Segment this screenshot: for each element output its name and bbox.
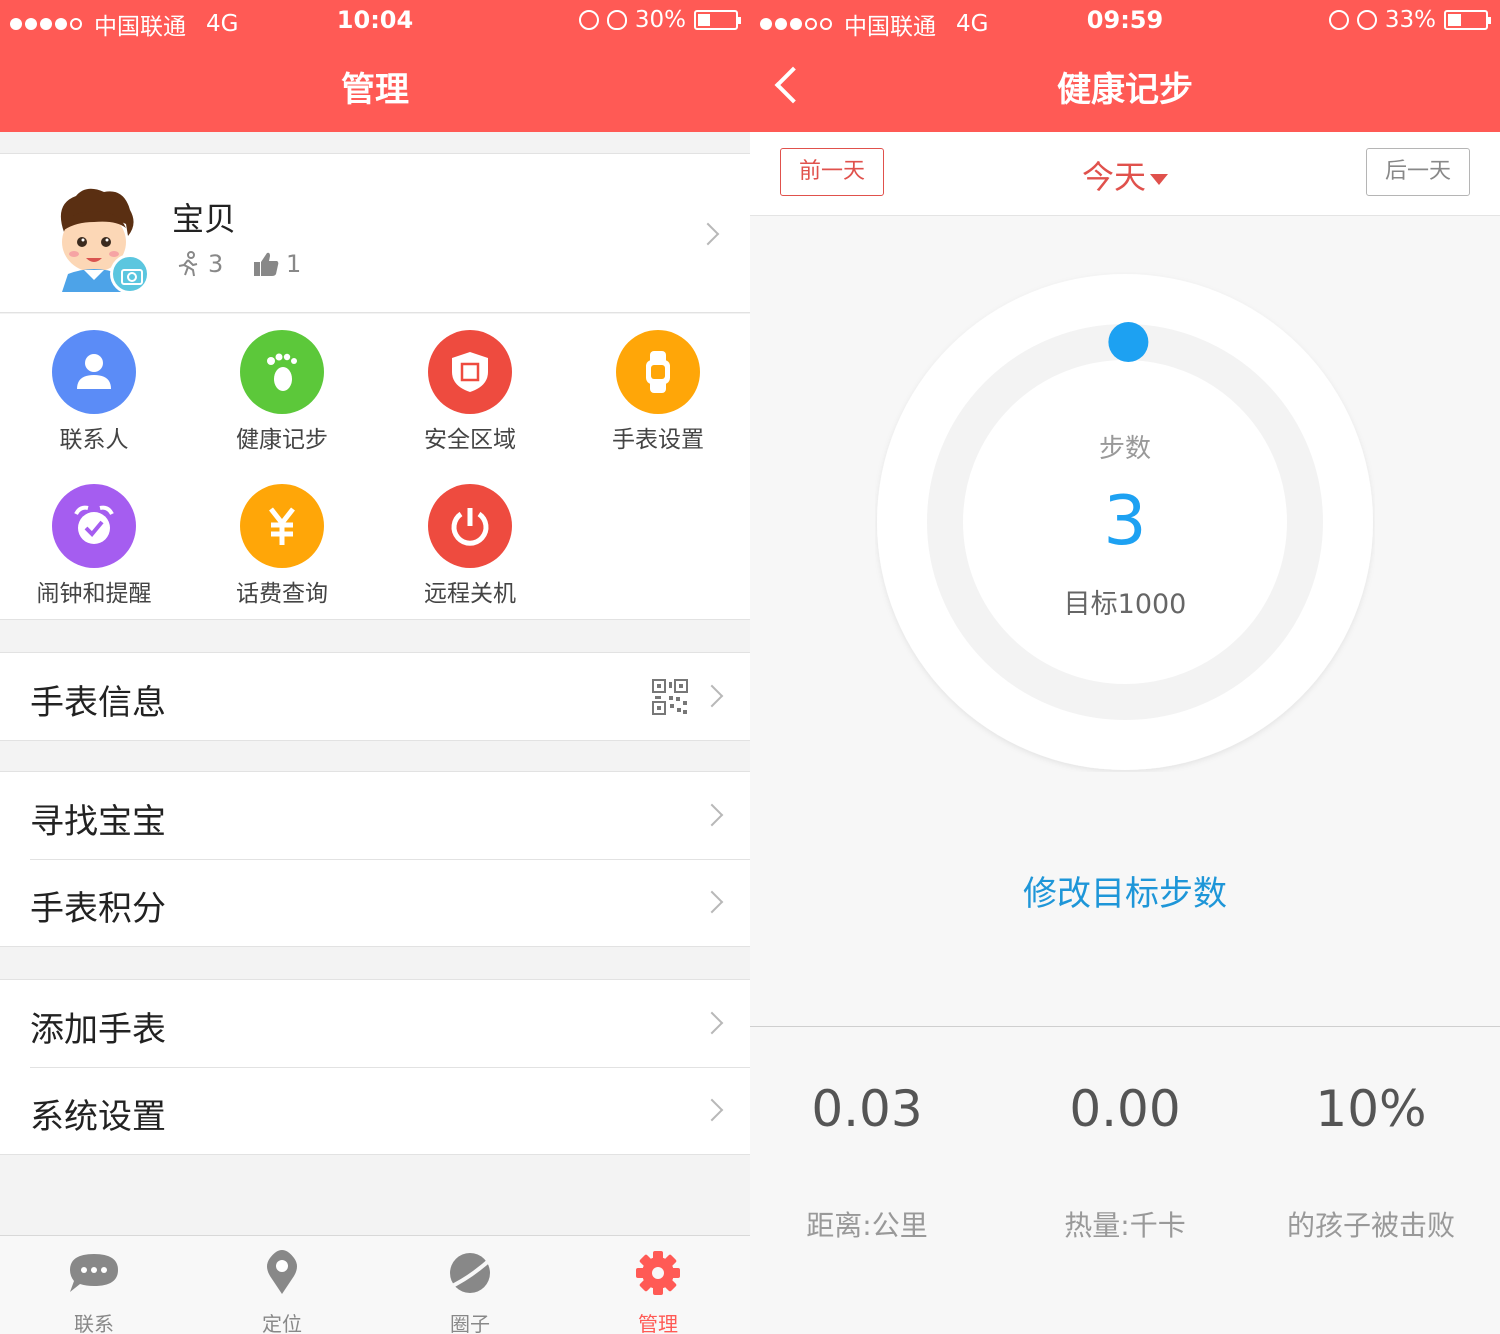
tab-label: 定位 [262,1312,302,1334]
grid-label: 手表设置 [612,427,704,453]
grid-label: 联系人 [59,427,129,453]
tab-circle[interactable]: 圈子 [376,1236,564,1334]
next-day-button[interactable]: 后一天 [1366,148,1470,196]
camera-icon[interactable] [110,254,150,294]
battery-icon [1444,10,1491,30]
grid-item-watch-settings[interactable]: 手表设置 [564,330,750,454]
list-group-find: 寻找宝宝 手表积分 [0,771,750,947]
feature-grid: 联系人 健康记步 安全区域 手表设置 闹钟和提醒 话费查询 远程关机 [0,314,750,620]
qr-code-icon[interactable] [652,679,688,715]
list-item-add-watch[interactable]: 添加手表 [0,980,750,1067]
list-item-label: 手表积分 [30,889,166,929]
day-selector: 前一天 今天 后一天 [750,132,1500,216]
grid-item-health-steps[interactable]: 健康记步 [188,330,376,454]
list-group-watch-info: 手表信息 [0,652,750,741]
chevron-right-icon [700,890,724,914]
grid-label: 话费查询 [236,581,328,607]
health-steps-screen: 中国联通 4G 09:59 33% 健康记步 前一天 今天 后一天 步数 3 目… [750,0,1500,1334]
alarm-icon [52,484,136,568]
list-item-find-baby[interactable]: 寻找宝宝 [0,772,750,859]
ranking-metric: 10% 的孩子被击败 [1246,1080,1496,1244]
list-item-system-settings[interactable]: 系统设置 [0,1067,750,1154]
planet-icon [447,1253,494,1293]
ranking-label: 的孩子被击败 [1286,1209,1455,1242]
thumbs-up-icon [254,252,279,276]
grid-item-alarm-reminder[interactable]: 闹钟和提醒 [0,484,188,608]
edit-goal-link[interactable]: 修改目标步数 [750,866,1500,915]
gear-icon [636,1251,680,1295]
profile-name: 宝贝 [172,200,237,238]
list-item-watch-points[interactable]: 手表积分 [0,859,750,946]
rotation-lock-icon [1328,10,1349,30]
tab-manage[interactable]: 管理 [564,1236,750,1334]
chevron-right-icon [696,222,720,246]
status-bar: 中国联通 4G 10:04 30% [0,0,750,42]
management-screen: 中国联通 4G 10:04 30% 管理 宝贝 3 1 联系人 健康记步 安全区… [0,0,750,1334]
likes-count: 1 [286,250,302,278]
page-title: 管理 [341,70,409,110]
chevron-right-icon [700,1098,724,1122]
caret-down-icon [1150,173,1168,185]
grid-label: 闹钟和提醒 [36,581,152,607]
nav-bar: 管理 [0,42,750,132]
alarm-clock-icon [1356,10,1377,30]
list-item-label: 添加手表 [30,1010,166,1050]
tab-label: 管理 [638,1312,678,1334]
profile-card[interactable]: 宝贝 3 1 [0,153,750,313]
grid-item-balance-query[interactable]: 话费查询 [188,484,376,608]
shield-icon [428,330,512,414]
list-item-label: 寻找宝宝 [30,802,166,842]
calories-label: 热量:千卡 [1064,1209,1186,1242]
nav-bar: 健康记步 [750,42,1500,132]
page-title: 健康记步 [1057,70,1193,110]
battery-percent: 30% [634,7,686,33]
rotation-lock-icon [578,10,599,30]
tab-label: 圈子 [450,1312,490,1334]
likes-stat: 1 [252,250,301,278]
grid-item-remote-shutdown[interactable]: 远程关机 [376,484,564,608]
power-icon [428,484,512,568]
grid-label: 远程关机 [424,581,516,607]
divider [750,1026,1500,1027]
list-item-label: 系统设置 [30,1097,166,1137]
tab-location[interactable]: 定位 [188,1236,376,1334]
steps-count: 3 [208,250,224,278]
list-item-label: 手表信息 [30,683,166,723]
grid-item-safe-zone[interactable]: 安全区域 [376,330,564,454]
tab-label: 联系 [74,1312,114,1334]
list-group-settings: 添加手表 系统设置 [0,979,750,1155]
ranking-value: 10% [1315,1080,1427,1138]
alarm-clock-icon [606,10,627,30]
distance-metric: 0.03 距离:公里 [750,1080,992,1244]
list-item-watch-info[interactable]: 手表信息 [0,653,750,740]
current-date-label: 今天 [1081,158,1146,196]
steps-title: 步数 [1098,434,1151,464]
chevron-right-icon [700,1011,724,1035]
distance-value: 0.03 [811,1080,923,1138]
tab-contact[interactable]: 联系 [0,1236,188,1334]
grid-label: 健康记步 [236,427,328,453]
battery-percent: 33% [1384,7,1436,33]
location-pin-icon [267,1250,297,1294]
chat-icon [70,1254,118,1292]
distance-label: 距离:公里 [806,1209,928,1242]
steps-value: 3 [1103,482,1147,561]
status-bar: 中国联通 4G 09:59 33% [750,0,1500,42]
chevron-right-icon [700,803,724,827]
grid-item-contacts[interactable]: 联系人 [0,330,188,454]
grid-label: 安全区域 [424,427,516,453]
ring-progress-knob [1108,322,1149,363]
tab-bar: 联系 定位 圈子 管理 [0,1235,750,1334]
watch-icon [616,330,700,414]
calories-metric: 0.00 热量:千卡 [1000,1080,1250,1244]
footprint-icon [240,330,324,414]
contacts-icon [52,330,136,414]
chevron-right-icon [700,684,724,708]
steps-goal: 目标1000 [1063,589,1187,620]
yuan-icon [240,484,324,568]
steps-stat: 3 [176,250,223,278]
running-icon [178,251,198,277]
battery-icon [694,10,741,30]
calories-value: 0.00 [1069,1080,1181,1138]
